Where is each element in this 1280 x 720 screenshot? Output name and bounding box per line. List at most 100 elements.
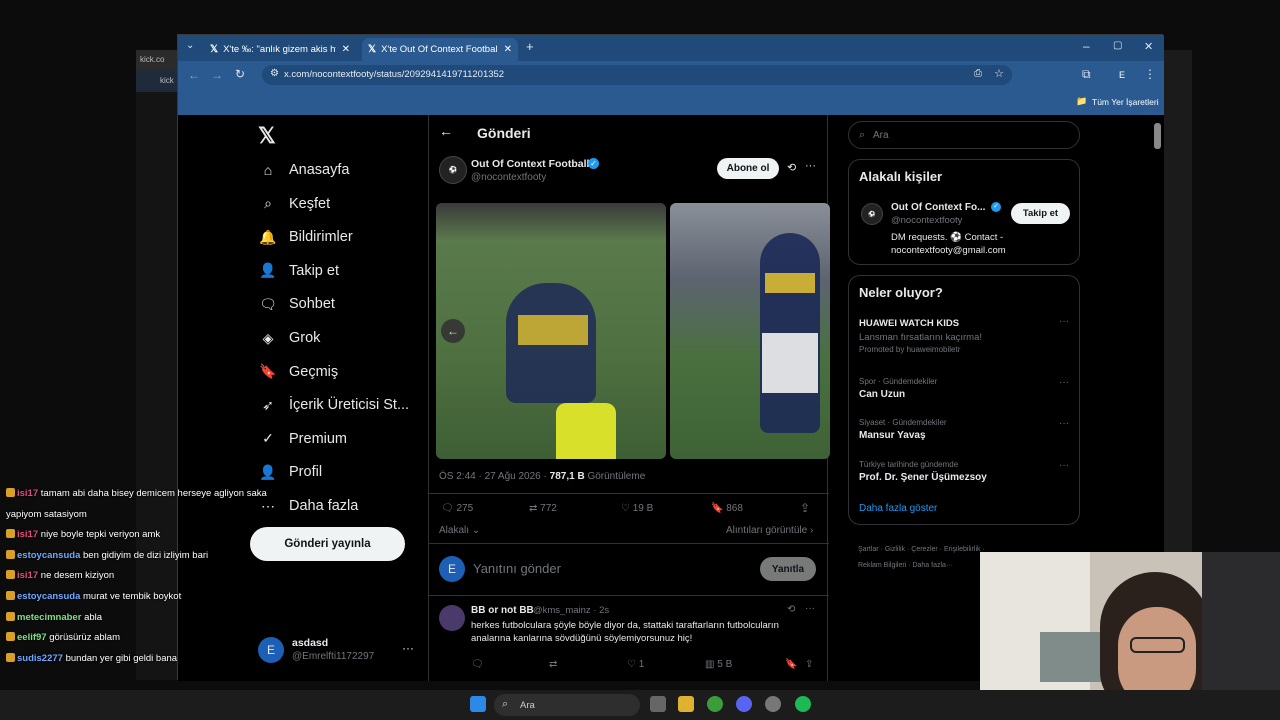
site-info-icon[interactable]: ⚙ bbox=[270, 68, 279, 79]
chat-username[interactable]: sudis2277 bbox=[17, 653, 63, 664]
discord-icon[interactable] bbox=[736, 696, 752, 712]
carousel-prev-icon[interactable]: ← bbox=[441, 319, 465, 343]
reload-icon[interactable]: ↻ bbox=[235, 67, 245, 81]
start-icon[interactable] bbox=[470, 696, 486, 712]
nav-item[interactable]: ⌂ Anasayfa bbox=[258, 160, 350, 180]
spotify-icon[interactable] bbox=[795, 696, 811, 712]
reply-like-stat[interactable]: ♡ 1 bbox=[627, 659, 644, 670]
tab-search-chevron-icon[interactable]: ⌄ bbox=[186, 40, 194, 51]
trend-item[interactable]: HUAWEI WATCH KIDS Lansman fırsatlarını k… bbox=[859, 316, 1073, 358]
nav-item[interactable]: 🔖 Geçmiş bbox=[258, 362, 338, 382]
more-icon[interactable]: ··· bbox=[805, 603, 815, 614]
back-icon[interactable]: ← bbox=[188, 68, 200, 82]
chat-username[interactable]: isi17 bbox=[17, 488, 38, 499]
reply-author-handle[interactable]: @kms_mainz · 2s bbox=[533, 605, 609, 616]
reply-views-stat[interactable]: ▥ 5 B bbox=[705, 659, 732, 670]
trend-item[interactable]: Siyaset · Gündemdekiler Mansur Yavaş ··· bbox=[859, 418, 1073, 448]
chat-username[interactable]: metecimnaber bbox=[17, 612, 81, 623]
app-icon[interactable] bbox=[765, 696, 781, 712]
reply-bookmark-icon[interactable]: 🔖 bbox=[785, 659, 797, 670]
chat-message: isi17 tamam abi daha bisey demicem herse… bbox=[6, 488, 267, 499]
scrollbar-thumb[interactable] bbox=[1154, 123, 1161, 149]
person-handle[interactable]: @nocontextfooty bbox=[891, 215, 962, 226]
bookmark-stat[interactable]: 🔖 868 bbox=[711, 503, 743, 514]
menu-icon[interactable]: ⋮ bbox=[1144, 67, 1156, 81]
nav-item[interactable]: ➶ İçerik Üreticisi St... bbox=[258, 395, 409, 415]
person-avatar[interactable]: ⚽ bbox=[861, 203, 883, 225]
tab-2[interactable]: 𝕏 X'te Out Of Context Football: " ✕ bbox=[362, 38, 518, 61]
close-icon[interactable]: ✕ bbox=[336, 44, 350, 55]
subscribe-button[interactable]: Abone ol bbox=[717, 158, 779, 179]
more-icon[interactable]: ··· bbox=[1059, 418, 1069, 429]
trend-meta: Spor · Gündemdekiler bbox=[859, 377, 938, 386]
url-field[interactable]: ⚙ x.com/nocontextfooty/status/2092941419… bbox=[262, 65, 1012, 85]
reply-repost-icon[interactable]: ⇄ bbox=[549, 659, 557, 670]
nav-item[interactable]: 🗨 Sohbet bbox=[258, 294, 335, 314]
trend-item[interactable]: Spor · Gündemdekiler Can Uzun ··· bbox=[859, 377, 1073, 407]
like-stat[interactable]: ♡ 19 B bbox=[621, 503, 653, 514]
chat-username[interactable]: isi17 bbox=[17, 529, 38, 540]
taskbar-search-input[interactable]: Ara bbox=[520, 700, 535, 711]
chat-username[interactable]: estoycansuda bbox=[17, 591, 80, 602]
x-logo-icon[interactable]: 𝕏 bbox=[258, 123, 276, 149]
install-app-icon[interactable]: ⎙ bbox=[974, 68, 982, 79]
share-icon[interactable]: ⇪ bbox=[800, 501, 810, 515]
window-close-icon[interactable]: ✕ bbox=[1144, 40, 1153, 53]
chat-username[interactable]: isi17 bbox=[17, 570, 38, 581]
extensions-icon[interactable]: ⧉ bbox=[1082, 67, 1091, 82]
chat-username[interactable]: eelif97 bbox=[17, 632, 47, 643]
nav-item[interactable]: ◈ Grok bbox=[258, 328, 321, 348]
reply-share-icon[interactable]: ⇪ bbox=[805, 659, 813, 670]
tab-1[interactable]: 𝕏 X'te ‰: "anlık gizem akis https:/✕ bbox=[204, 38, 356, 61]
profile-avatar[interactable]: E bbox=[1119, 70, 1125, 80]
footer-links[interactable]: Şartlar · Gizlilik · Çerezler · Erişileb… bbox=[858, 542, 985, 574]
more-icon[interactable]: ··· bbox=[1059, 377, 1069, 388]
nav-item[interactable]: ⌕ Keşfet bbox=[258, 194, 330, 214]
reply-input[interactable]: Yanıtını gönder bbox=[473, 561, 561, 576]
reply-author-name[interactable]: BB or not BB bbox=[471, 605, 534, 616]
chrome-icon[interactable] bbox=[707, 696, 723, 712]
more-icon[interactable]: ··· bbox=[1059, 316, 1069, 327]
grok-explain-icon[interactable]: ⟲ bbox=[787, 604, 795, 615]
chat-username[interactable]: estoycansuda bbox=[17, 550, 80, 561]
reply-reply-icon[interactable]: 🗨 bbox=[471, 659, 484, 670]
minimize-icon[interactable]: – bbox=[1083, 39, 1090, 53]
nav-item[interactable]: 🔔 Bildirimler bbox=[258, 227, 352, 247]
reply-submit-button[interactable]: Yanıtla bbox=[760, 557, 816, 581]
more-icon[interactable]: ··· bbox=[1059, 460, 1069, 471]
search-input[interactable]: Ara bbox=[873, 130, 889, 141]
more-icon[interactable]: ··· bbox=[402, 641, 414, 655]
close-icon[interactable]: ✕ bbox=[498, 44, 512, 55]
nav-item[interactable]: ✓ Premium bbox=[258, 429, 347, 449]
nav-item[interactable]: 👤 Profil bbox=[258, 462, 322, 482]
author-avatar[interactable]: ⚽ bbox=[439, 156, 467, 184]
trend-item[interactable]: Türkiye tarihinde gündemde Prof. Dr. Şen… bbox=[859, 460, 1073, 490]
file-explorer-icon[interactable] bbox=[678, 696, 694, 712]
task-view-icon[interactable] bbox=[650, 696, 666, 712]
nav-item[interactable]: 👤 Takip et bbox=[258, 261, 339, 281]
taskbar-search[interactable]: ⌕ Ara bbox=[494, 694, 640, 716]
new-tab-icon[interactable]: + bbox=[526, 39, 534, 54]
background-window-tab[interactable]: kick.co bbox=[136, 50, 180, 70]
search-box[interactable]: ⌕ Ara bbox=[848, 121, 1080, 149]
all-bookmarks-label[interactable]: Tüm Yer İşaretleri bbox=[1092, 97, 1159, 107]
post-image-2[interactable] bbox=[670, 203, 830, 459]
forward-icon[interactable]: → bbox=[211, 68, 223, 82]
grok-explain-icon[interactable]: ⟲ bbox=[787, 161, 796, 174]
back-arrow-icon[interactable]: ← bbox=[439, 123, 453, 139]
more-icon[interactable]: ··· bbox=[805, 160, 816, 172]
person-name[interactable]: Out Of Context Fo... bbox=[891, 202, 985, 213]
reply-stat[interactable]: 🗨 275 bbox=[441, 503, 473, 514]
follow-button[interactable]: Takip et bbox=[1011, 203, 1070, 224]
author-handle[interactable]: @nocontextfooty bbox=[471, 172, 546, 183]
show-more-link[interactable]: Daha fazla göster bbox=[859, 503, 937, 514]
author-name[interactable]: Out Of Context Football bbox=[471, 158, 589, 170]
star-icon[interactable]: ☆ bbox=[994, 67, 1004, 80]
view-quotes-link[interactable]: Alıntıları görüntüle › bbox=[726, 525, 813, 536]
maximize-icon[interactable]: ▢ bbox=[1113, 40, 1122, 51]
reply-author-avatar[interactable] bbox=[439, 605, 465, 631]
account-handle: @Emrelfti1172297 bbox=[292, 651, 375, 662]
relevant-sort[interactable]: Alakalı ⌄ bbox=[439, 525, 480, 536]
repost-stat[interactable]: ⇄ 772 bbox=[529, 503, 557, 514]
post-image-1[interactable] bbox=[436, 203, 666, 459]
